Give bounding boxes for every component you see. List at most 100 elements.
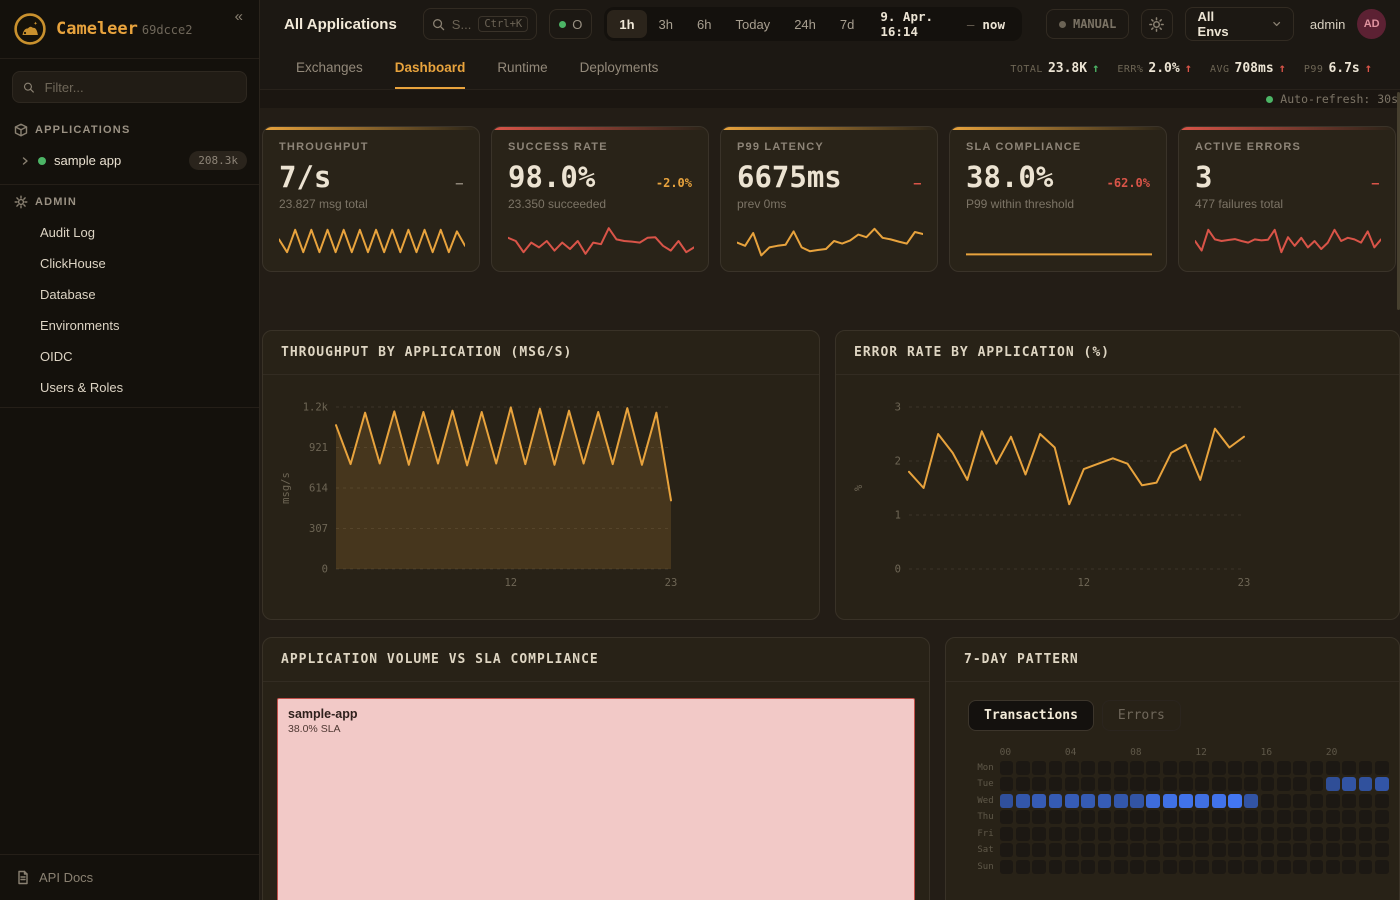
heatmap-cell[interactable] [1228,810,1242,824]
heatmap-cell[interactable] [1179,777,1193,791]
heatmap-cell[interactable] [1032,810,1046,824]
kpi-card-sla-compliance[interactable]: SLA COMPLIANCE 38.0% -62.0% P99 within t… [949,126,1167,272]
heatmap-cell[interactable] [1114,777,1128,791]
heatmap-cell[interactable] [1293,761,1307,775]
heatmap-cell[interactable] [1000,761,1014,775]
heatmap-cell[interactable] [1016,827,1030,841]
treemap-node-sample-app[interactable]: sample-app 38.0% SLA [277,698,915,900]
heatmap-cell[interactable] [1163,860,1177,874]
heatmap-cell[interactable] [1326,810,1340,824]
tab-deployments[interactable]: Deployments [580,48,659,89]
heatmap-cell[interactable] [1228,860,1242,874]
heatmap-cell[interactable] [1310,810,1324,824]
heatmap-cell[interactable] [1098,843,1112,857]
heatmap-cell[interactable] [1114,794,1128,808]
heatmap-cell[interactable] [1130,777,1144,791]
heatmap-cell[interactable] [1098,810,1112,824]
kpi-card-throughput[interactable]: THROUGHPUT 7/s – 23.827 msg total [262,126,480,272]
heatmap-cell[interactable] [1375,794,1389,808]
heatmap-cell[interactable] [1114,860,1128,874]
heatmap-cell[interactable] [1375,860,1389,874]
heatmap-cell[interactable] [1277,794,1291,808]
heatmap-cell[interactable] [1359,827,1373,841]
heatmap-cell[interactable] [1049,860,1063,874]
heatmap-cell[interactable] [1310,777,1324,791]
heatmap-cell[interactable] [1146,860,1160,874]
heatmap-cell[interactable] [1293,794,1307,808]
heatmap-cell[interactable] [1375,810,1389,824]
tab-dashboard[interactable]: Dashboard [395,48,466,89]
theme-toggle-button[interactable] [1141,9,1172,39]
heatmap-cell[interactable] [1359,843,1373,857]
api-docs-link[interactable]: API Docs [0,854,259,900]
throughput-chart[interactable]: 03076149211.2k1223msg/s [271,383,819,611]
heatmap-cell[interactable] [1212,843,1226,857]
heatmap-cell[interactable] [1065,860,1079,874]
time-range-1h[interactable]: 1h [607,10,646,38]
heatmap-cell[interactable] [1293,777,1307,791]
heatmap-cell[interactable] [1163,843,1177,857]
manual-mode-button[interactable]: MANUAL [1046,9,1129,39]
heatmap-cell[interactable] [1342,827,1356,841]
heatmap-cell[interactable] [1114,827,1128,841]
heatmap-cell[interactable] [1293,827,1307,841]
toggle-transactions[interactable]: Transactions [968,700,1094,731]
heatmap-cell[interactable] [1016,777,1030,791]
heatmap-cell[interactable] [1049,810,1063,824]
heatmap-cell[interactable] [1277,777,1291,791]
heatmap-cell[interactable] [1375,777,1389,791]
sidebar-collapse-button[interactable]: « [231,0,247,33]
heatmap-cell[interactable] [1195,810,1209,824]
filter-input-wrap[interactable] [12,71,247,103]
heatmap-cell[interactable] [1146,794,1160,808]
heatmap-cell[interactable] [1016,860,1030,874]
heatmap-cell[interactable] [1098,860,1112,874]
heatmap-cell[interactable] [1375,827,1389,841]
heatmap-cell[interactable] [1261,777,1275,791]
heatmap-cell[interactable] [1065,810,1079,824]
heatmap-cell[interactable] [1326,827,1340,841]
heatmap-cell[interactable] [1146,810,1160,824]
heatmap-cell[interactable] [1065,827,1079,841]
heatmap-cell[interactable] [1212,777,1226,791]
heatmap-cell[interactable] [1065,777,1079,791]
heatmap-cell[interactable] [1261,761,1275,775]
heatmap-cell[interactable] [1277,810,1291,824]
sidebar-item-audit-log[interactable]: Audit Log [0,217,259,248]
heatmap-cell[interactable] [1065,761,1079,775]
heatmap-cell[interactable] [1375,843,1389,857]
heatmap-cell[interactable] [1049,777,1063,791]
heatmap-cell[interactable] [1081,843,1095,857]
heatmap-cell[interactable] [1000,860,1014,874]
heatmap-cell[interactable] [1277,827,1291,841]
heatmap-cell[interactable] [1342,761,1356,775]
heatmap-cell[interactable] [1179,810,1193,824]
heatmap-cell[interactable] [1244,827,1258,841]
heatmap-cell[interactable] [1359,810,1373,824]
heatmap-cell[interactable] [1212,794,1226,808]
error-rate-chart[interactable]: 01231223% [844,383,1392,611]
heatmap-cell[interactable] [1310,827,1324,841]
date-range-picker[interactable]: 9. Apr. 16:14 – now [866,9,1019,39]
heatmap-cell[interactable] [1130,810,1144,824]
sidebar-item-clickhouse[interactable]: ClickHouse [0,248,259,279]
heatmap-cell[interactable] [1228,827,1242,841]
heatmap-cell[interactable] [1032,843,1046,857]
heatmap-cell[interactable] [1179,761,1193,775]
heatmap-cell[interactable] [1098,777,1112,791]
heatmap-cell[interactable] [1212,810,1226,824]
heatmap-cell[interactable] [1244,810,1258,824]
time-range-3h[interactable]: 3h [647,10,685,38]
heatmap-cell[interactable] [1114,843,1128,857]
heatmap-cell[interactable] [1228,843,1242,857]
filter-input[interactable] [43,79,236,96]
tab-exchanges[interactable]: Exchanges [296,48,363,89]
heatmap-cell[interactable] [1163,777,1177,791]
time-range-today[interactable]: Today [723,10,782,38]
kpi-card-success-rate[interactable]: SUCCESS RATE 98.0% -2.0% 23.350 succeede… [491,126,709,272]
heatmap-cell[interactable] [1146,843,1160,857]
heatmap-cell[interactable] [1195,843,1209,857]
tab-runtime[interactable]: Runtime [497,48,547,89]
sidebar-item-users-roles[interactable]: Users & Roles [0,372,259,403]
heatmap-cell[interactable] [1212,761,1226,775]
